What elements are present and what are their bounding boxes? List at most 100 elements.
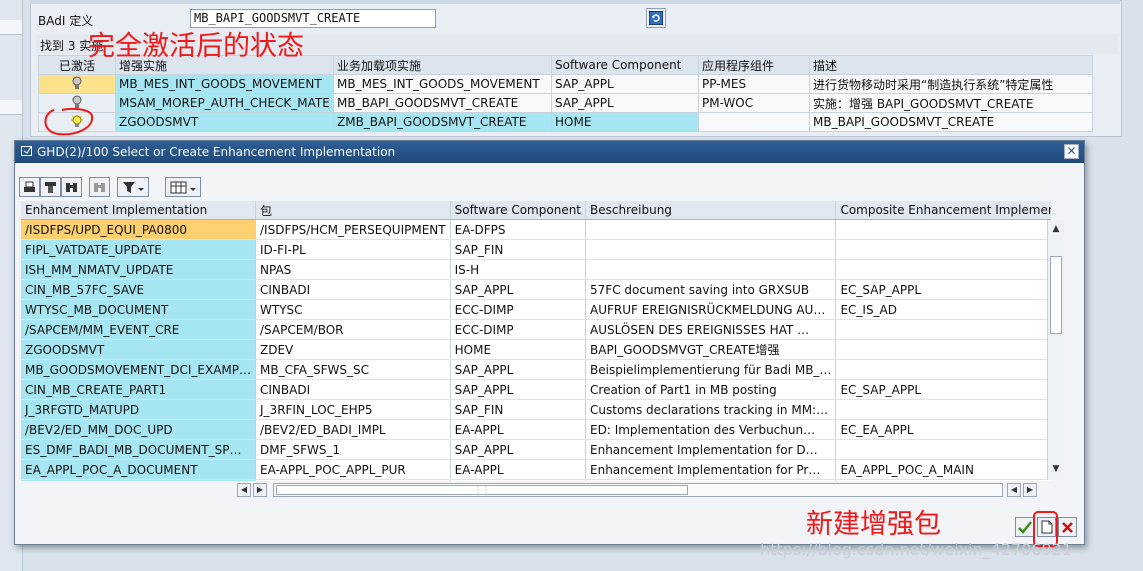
scroll-up-icon[interactable]: ▲ xyxy=(1049,222,1063,236)
component-cell: HOME xyxy=(450,339,587,360)
enhancement-impl-cell[interactable]: CIN_MB_CREATE_PART1 xyxy=(21,379,257,400)
enhancement-grid: Enhancement Implementation 包 Software Co… xyxy=(21,201,1051,481)
impl-cell[interactable]: ZGOODSMVT xyxy=(115,112,334,132)
scroll-right-end-icon[interactable]: ▶ xyxy=(1023,483,1037,497)
enhancement-impl-cell[interactable]: WTYSC_MB_DOCUMENT xyxy=(21,299,257,320)
enhancement-impl-cell[interactable]: /ISDFPS/UPD_EQUI_PA0800 xyxy=(21,219,257,240)
details-button[interactable] xyxy=(19,177,40,197)
description-cell xyxy=(585,259,837,280)
bulb-inactive-icon xyxy=(72,76,82,89)
badi-impl-cell: MB_BAPI_GOODSMVT_CREATE xyxy=(333,93,552,113)
annotation-new-package: 新建增强包 xyxy=(806,509,941,540)
impl-cell[interactable]: MB_MES_INT_GOODS_MOVEMENT xyxy=(115,74,334,94)
package-cell: J_3RFIN_LOC_EHP5 xyxy=(255,399,451,420)
enhancement-impl-cell[interactable]: ZGOODSMVT xyxy=(21,339,257,360)
component-cell: EA-APPL xyxy=(450,419,587,440)
table-row[interactable]: J_3RFGTD_MATUPD J_3RFIN_LOC_EHP5 SAP_FIN Cu… xyxy=(21,399,1051,420)
layout-icon xyxy=(170,181,196,193)
scroll-right-step-icon[interactable]: ▶ xyxy=(253,483,267,497)
package-cell: DMF_SFWS_1 xyxy=(255,439,451,460)
table-row[interactable]: MSAM_MOREP_AUTH_CHECK_MATE MB_BAPI_GOODS… xyxy=(38,93,1093,113)
enhancement-impl-cell[interactable]: MB_GOODSMOVEMENT_DCI_EXAMP… xyxy=(21,359,257,380)
enhancement-impl-cell[interactable]: /BEV2/ED_MM_DOC_UPD xyxy=(21,419,257,440)
table-row[interactable]: ES_DMF_BADI_MB_DOCUMENT_SP… DMF_SFWS_1 SAP… xyxy=(21,439,1051,460)
confirm-button[interactable] xyxy=(1015,517,1034,537)
scroll-down-icon[interactable]: ▼ xyxy=(1049,462,1063,476)
column-header-software-component[interactable]: Software Component xyxy=(450,201,587,220)
package-cell: EA-APPL_POC_APPL_PUR xyxy=(255,459,451,480)
table-row[interactable]: ZGOODSMVT ZMB_BAPI_GOODSMVT_CREATE HOME … xyxy=(38,112,1093,132)
table-row[interactable]: ISH_MM_NMATV_UPDATE NPAS IS-H xyxy=(21,259,1051,280)
cancel-button[interactable] xyxy=(1058,517,1077,537)
table-row[interactable]: CIN_MB_57FC_SAVE CINBADI SAP_APPL 57FC docu… xyxy=(21,279,1051,300)
description-cell xyxy=(585,219,837,240)
table-row[interactable]: CIN_MB_CREATE_PART1 CINBADI SAP_APPL Creati… xyxy=(21,379,1051,400)
description-cell: ED: Implementation des Verbuchun… xyxy=(585,419,837,440)
component-cell: EA-APPL xyxy=(450,459,587,480)
table-row[interactable]: MB_MES_INT_GOODS_MOVEMENT MB_MES_INT_GOO… xyxy=(38,74,1093,94)
table-row[interactable]: FIPL_VATDATE_UPDATE ID-FI-PL SAP_FIN xyxy=(21,239,1051,260)
composite-cell xyxy=(835,399,1051,420)
enhancement-impl-cell[interactable]: FIPL_VATDATE_UPDATE xyxy=(21,239,257,260)
enhancement-impl-cell[interactable]: ES_DMF_BADI_MB_DOCUMENT_SP… xyxy=(21,439,257,460)
vertical-scrollbar[interactable]: ▲ ▼ xyxy=(1047,220,1064,480)
badi-definition-label: BAdI 定义 xyxy=(38,14,94,28)
package-cell: /SAPCEM/BOR xyxy=(255,319,451,340)
enhancement-impl-cell[interactable]: EA_APPL_POC_A_DOCUMENT xyxy=(21,459,257,480)
component-cell: SAP_APPL xyxy=(450,379,587,400)
table-row[interactable]: /ISDFPS/UPD_EQUI_PA0800/ISDFPS/HCM_PERSE… xyxy=(21,219,1051,240)
filter-button[interactable] xyxy=(40,177,61,197)
enhancement-impl-cell[interactable]: ISH_MM_NMATV_UPDATE xyxy=(21,259,257,280)
horizontal-scroll-track[interactable]: ⋮⋮ xyxy=(273,483,1003,497)
description-cell: BAPI_GOODSMVGT_CREATE增强 xyxy=(585,339,837,360)
refresh-button[interactable] xyxy=(646,8,666,28)
composite-cell: EA_APPL_POC_A_MAIN xyxy=(835,459,1051,480)
close-icon: ✕ xyxy=(1066,144,1077,158)
table-row[interactable]: ZGOODSMVT ZDEV HOME BAPI_GOODSMVGT_CREATE增强 xyxy=(21,339,1051,360)
enhancement-impl-cell[interactable]: /ISDFPS/MB_DOCUMENT_BADI xyxy=(21,479,257,481)
grid-header-row: Enhancement Implementation 包 Software Co… xyxy=(21,201,1051,220)
table-row[interactable]: MB_GOODSMOVEMENT_DCI_EXAMP… MB_CFA_SFWS_S… xyxy=(21,359,1051,380)
set-filter-button[interactable] xyxy=(117,177,149,197)
column-header-description[interactable]: Beschreibung xyxy=(585,201,837,220)
enhancement-impl-cell[interactable]: CIN_MB_57FC_SAVE xyxy=(21,279,257,300)
column-header-description[interactable]: 描述 xyxy=(809,55,1093,75)
package-cell: CINBADI xyxy=(255,379,451,400)
find-next-button[interactable] xyxy=(89,177,110,197)
description-cell: Customs declarations tracking in MM:… xyxy=(585,399,837,420)
component-cell: IS-H xyxy=(450,259,587,280)
horizontal-scroll-thumb[interactable]: ⋮⋮ xyxy=(276,485,688,495)
table-row[interactable]: WTYSC_MB_DOCUMENT WTYSC ECC-DIMP AUFRUF ERE… xyxy=(21,299,1051,320)
package-cell: /ISDFPS/ME_VANSTOCK xyxy=(255,479,451,481)
description-cell xyxy=(585,239,837,260)
column-header-package[interactable]: 包 xyxy=(255,201,451,220)
dialog-close-button[interactable]: ✕ xyxy=(1064,144,1079,159)
description-cell: Creation of Part1 in MB posting xyxy=(585,379,837,400)
impl-cell[interactable]: MSAM_MOREP_AUTH_CHECK_MATE xyxy=(115,93,334,113)
find-button[interactable] xyxy=(61,177,82,197)
cancel-icon xyxy=(1062,521,1073,533)
column-header-enhancement-implementation[interactable]: Enhancement Implementation xyxy=(21,201,257,220)
table-row[interactable]: EA_APPL_POC_A_DOCUMENT EA-APPL_POC_APPL_P… xyxy=(21,459,1051,480)
column-header-badi-impl[interactable]: 业务加载项实施 xyxy=(333,55,552,75)
package-cell: WTYSC xyxy=(255,299,451,320)
details-icon xyxy=(24,181,35,192)
component-cell: SAP_APPL xyxy=(450,279,587,300)
scroll-thumb[interactable] xyxy=(1050,256,1062,334)
scroll-left-step-icon[interactable]: ◀ xyxy=(1007,483,1021,497)
component-cell: SAP_APPL xyxy=(551,93,699,113)
package-cell: NPAS xyxy=(255,259,451,280)
column-header-composite-enhancement[interactable]: Composite Enhancement Implementation xyxy=(835,201,1051,220)
enhancement-impl-cell[interactable]: /SAPCEM/MM_EVENT_CRE xyxy=(21,319,257,340)
dialog-title-bar[interactable]: GHD(2)/100 Select or Create Enhancement … xyxy=(15,141,1084,163)
horizontal-scrollbar[interactable]: ◀ ▶ ⋮⋮ ◀ ▶ xyxy=(237,483,1037,499)
enhancement-impl-cell[interactable]: J_3RFGTD_MATUPD xyxy=(21,399,257,420)
column-header-software-component[interactable]: Software Component xyxy=(551,55,699,75)
scroll-left-end-icon[interactable]: ◀ xyxy=(237,483,251,497)
annotation-activated-state: 完全激活后的状态 xyxy=(88,31,304,62)
layout-button[interactable] xyxy=(165,177,201,197)
table-row[interactable]: /SAPCEM/MM_EVENT_CRE/SAPCEM/BOR ECC-DIMP A… xyxy=(21,319,1051,340)
table-row[interactable]: /ISDFPS/MB_DOCUMENT_BADI/ISDFPS/ME_VANST… xyxy=(21,479,1051,481)
column-header-app-component[interactable]: 应用程序组件 xyxy=(698,55,810,75)
table-row[interactable]: /BEV2/ED_MM_DOC_UPD/BEV2/ED_BADI_IMPL EA-… xyxy=(21,419,1051,440)
